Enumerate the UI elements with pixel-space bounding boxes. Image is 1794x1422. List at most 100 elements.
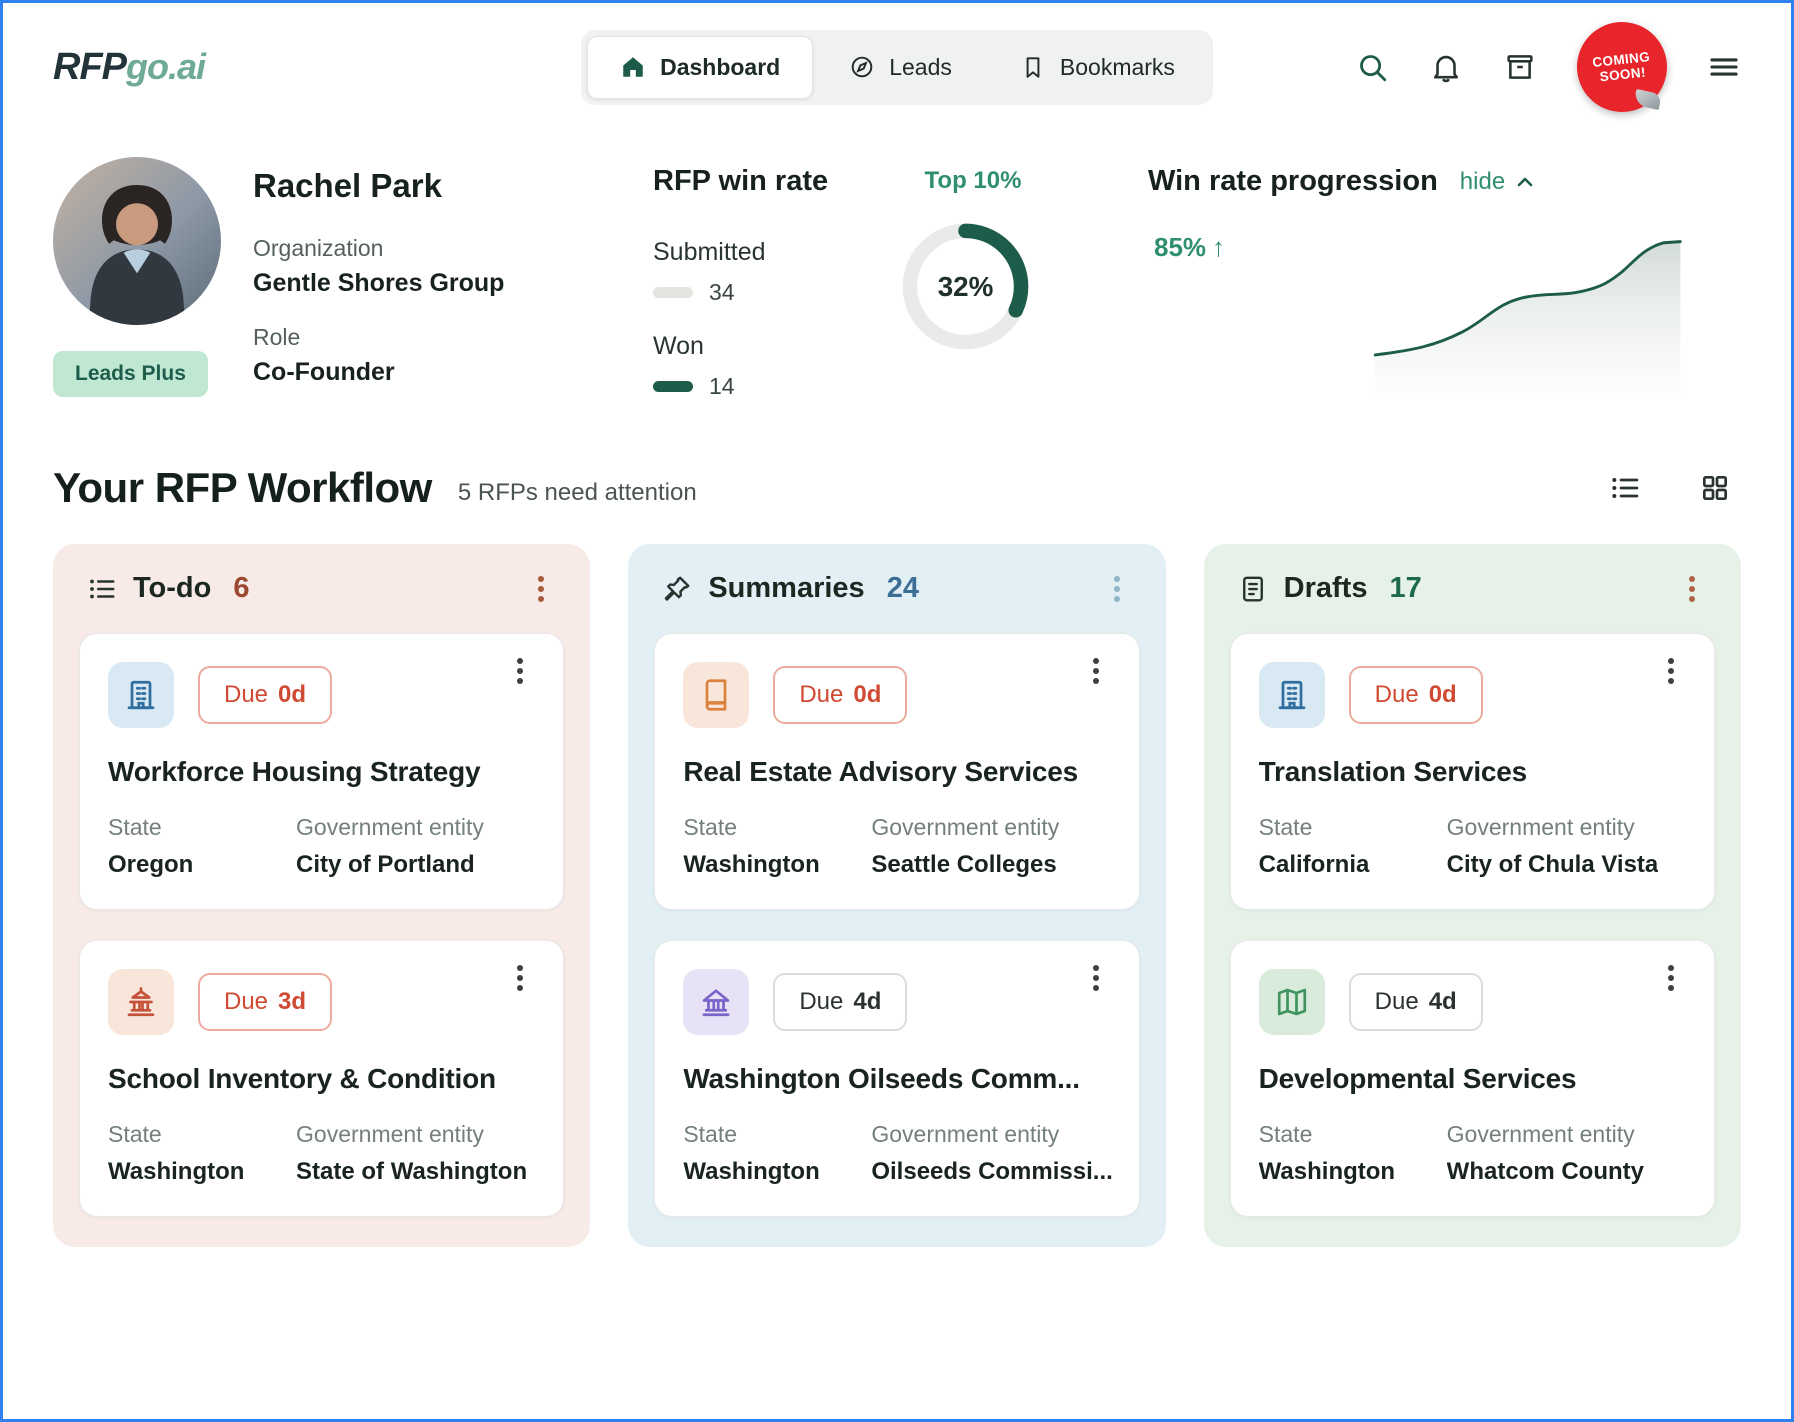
- profile-card: Leads Plus Rachel Park Organization Gent…: [53, 157, 653, 426]
- due-label: Due: [224, 988, 269, 1015]
- due-value: 0d: [1428, 681, 1457, 708]
- entity-value: Whatcom County: [1446, 1158, 1644, 1185]
- due-value: 0d: [853, 681, 882, 708]
- state-label: State: [108, 814, 162, 840]
- due-label: Due: [799, 681, 844, 708]
- organization-value: Gentle Shores Group: [253, 269, 505, 297]
- map-icon: [1277, 988, 1306, 1016]
- kebab-icon: [1092, 658, 1099, 684]
- stats-row: Leads Plus Rachel Park Organization Gent…: [53, 157, 1741, 426]
- column-todo-count: 6: [233, 572, 250, 604]
- capitol-icon: [127, 987, 155, 1017]
- brand-logo[interactable]: RFP go.ai: [53, 46, 581, 89]
- compass-icon: [851, 56, 873, 78]
- list-view-icon: [1612, 478, 1639, 498]
- column-drafts-count: 17: [1389, 572, 1422, 604]
- card-title: Washington Oilseeds Comm...: [683, 1063, 1080, 1094]
- rfp-card[interactable]: Due 3d School Inventory & Condition Stat…: [79, 940, 565, 1217]
- building-icon: [1278, 680, 1306, 710]
- due-badge: Due 4d: [773, 973, 908, 1031]
- archive-button[interactable]: [1503, 50, 1537, 84]
- tab-dashboard[interactable]: Dashboard: [587, 35, 814, 99]
- progression-delta-value: 85%: [1154, 232, 1207, 262]
- due-badge: Due 0d: [773, 666, 908, 724]
- submitted-swatch: [653, 287, 693, 298]
- grid-view-button[interactable]: [1699, 472, 1731, 504]
- card-menu-button[interactable]: [505, 965, 535, 991]
- top-nav: RFP go.ai Dashboard Leads Bookmarks COMI…: [53, 3, 1741, 131]
- entity-value: City of Portland: [296, 851, 475, 878]
- entity-label: Government entity: [1446, 1121, 1635, 1147]
- column-summaries-menu-button[interactable]: [1102, 575, 1132, 602]
- state-value: Washington: [108, 1158, 245, 1185]
- rfp-card[interactable]: Due 4d Washington Oilseeds Comm... State…: [654, 940, 1140, 1217]
- book-icon: [705, 679, 727, 711]
- kebab-icon: [1113, 575, 1120, 602]
- rfp-card[interactable]: Due 0d Translation Services State Califo…: [1229, 633, 1715, 910]
- tab-leads[interactable]: Leads: [817, 36, 984, 99]
- progression-delta: 85% ↑: [1154, 232, 1225, 263]
- card-title: Workforce Housing Strategy: [108, 756, 481, 787]
- state-value: Washington: [683, 851, 820, 878]
- submitted-label: Submitted: [653, 238, 766, 266]
- rfp-card[interactable]: Due 0d Workforce Housing Strategy State …: [79, 633, 565, 910]
- due-label: Due: [224, 681, 269, 708]
- primary-tabs: Dashboard Leads Bookmarks: [581, 29, 1213, 105]
- due-value: 3d: [278, 988, 307, 1015]
- rfp-card[interactable]: Due 4d Developmental Services State Wash…: [1229, 940, 1715, 1217]
- search-button[interactable]: [1355, 50, 1389, 84]
- chevron-up-icon: [1517, 177, 1533, 186]
- list-view-button[interactable]: [1609, 472, 1641, 504]
- role-value: Co-Founder: [253, 358, 395, 386]
- kebab-icon: [517, 965, 524, 991]
- progression-panel: Win rate progression hide 85% ↑: [1053, 157, 1741, 426]
- card-menu-button[interactable]: [1081, 658, 1111, 684]
- grid-view-icon: [1703, 476, 1727, 500]
- card-menu-button[interactable]: [1656, 658, 1686, 684]
- kebab-icon: [538, 575, 545, 602]
- workflow-board: To-do 6 Due 0d Workforce Housing Strateg…: [53, 544, 1741, 1247]
- rfp-card[interactable]: Due 0d Real Estate Advisory Services Sta…: [654, 633, 1140, 910]
- entity-label: Government entity: [871, 814, 1060, 840]
- column-todo-menu-button[interactable]: [526, 575, 556, 602]
- state-value: Washington: [683, 1158, 820, 1185]
- state-value: Washington: [1258, 1158, 1396, 1185]
- card-menu-button[interactable]: [1656, 965, 1686, 991]
- hide-progression-button[interactable]: hide: [1460, 160, 1537, 196]
- won-swatch: [653, 381, 693, 392]
- building-icon: [127, 680, 155, 710]
- entity-label: Government entity: [1446, 814, 1635, 840]
- user-name: Rachel Park: [253, 167, 442, 204]
- organization-label: Organization: [253, 235, 384, 261]
- bell-icon: [1433, 55, 1459, 83]
- tab-bookmarks[interactable]: Bookmarks: [988, 36, 1207, 99]
- column-summaries: Summaries 24 Due 0d Real Estate Advisory…: [628, 544, 1166, 1247]
- state-label: State: [1258, 814, 1313, 840]
- card-menu-button[interactable]: [1081, 965, 1111, 991]
- due-badge: Due 0d: [198, 666, 333, 724]
- menu-button[interactable]: [1707, 50, 1741, 84]
- due-label: Due: [1374, 988, 1419, 1015]
- win-rate-tier: Top 10%: [924, 167, 1022, 194]
- card-title: School Inventory & Condition: [108, 1063, 496, 1094]
- coming-soon-badge[interactable]: COMING SOON!: [1572, 17, 1672, 117]
- notifications-button[interactable]: [1429, 50, 1463, 84]
- tab-leads-label: Leads: [889, 53, 952, 80]
- column-drafts-menu-button[interactable]: [1677, 575, 1707, 602]
- win-rate-panel: RFP win rate Top 10% Submitted 34 Won 14: [653, 157, 1053, 426]
- up-arrow: ↑: [1212, 232, 1226, 262]
- column-drafts: Drafts 17 Due 0d Translation Services St…: [1203, 544, 1741, 1247]
- card-menu-button[interactable]: [505, 658, 535, 684]
- card-title: Developmental Services: [1258, 1063, 1577, 1094]
- card-title: Real Estate Advisory Services: [683, 756, 1079, 787]
- due-badge: Due 0d: [1348, 666, 1483, 724]
- entity-value: Oilseeds Commissi...: [871, 1158, 1113, 1185]
- app-root: RFP go.ai Dashboard Leads Bookmarks COMI…: [0, 0, 1794, 1422]
- due-value: 4d: [853, 988, 882, 1015]
- column-summaries-count: 24: [886, 572, 919, 604]
- win-rate-donut-chart: 32%: [893, 214, 1038, 359]
- due-value: 4d: [1428, 988, 1457, 1015]
- kebab-icon: [1688, 575, 1695, 602]
- win-rate-title: RFP win rate: [653, 165, 829, 197]
- workflow-subtitle: 5 RFPs need attention: [457, 479, 697, 506]
